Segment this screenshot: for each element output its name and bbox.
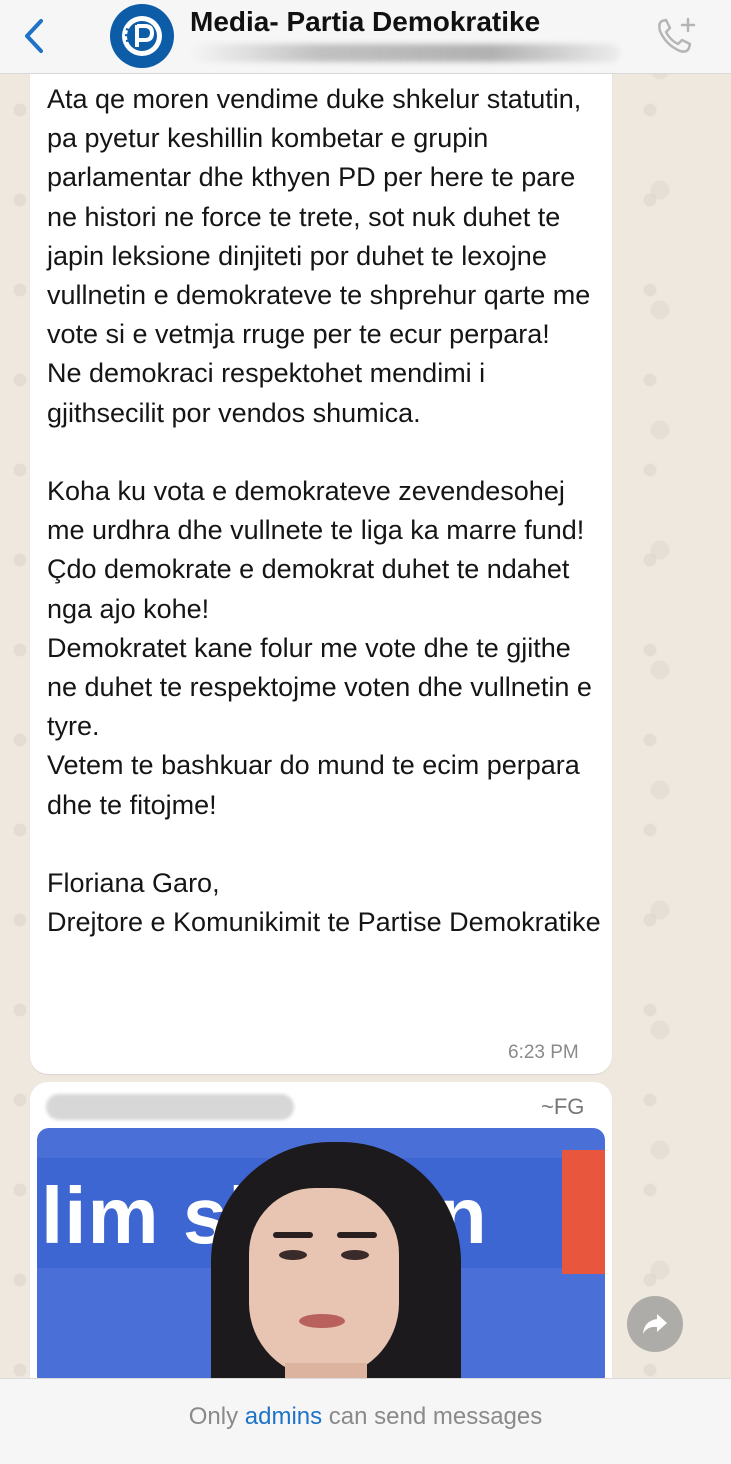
group-avatar[interactable] xyxy=(110,4,174,68)
party-logo-icon xyxy=(122,16,162,56)
right-eye xyxy=(341,1250,369,1260)
redacted-sender-name xyxy=(46,1094,294,1120)
person-lips xyxy=(299,1314,345,1328)
chat-header: Media- Partia Demokratike xyxy=(0,0,731,74)
back-button[interactable] xyxy=(14,14,54,58)
admins-only-notice: Only admins can send messages xyxy=(0,1403,731,1431)
add-call-button[interactable] xyxy=(650,12,702,58)
message-text: Ata qe moren vendime duke shkelur statut… xyxy=(47,84,601,938)
add-call-icon xyxy=(658,17,696,53)
message-time: 6:23 PM xyxy=(508,1042,579,1063)
notice-prefix: Only xyxy=(188,1403,245,1430)
left-eye xyxy=(279,1250,307,1260)
forward-button[interactable] xyxy=(627,1296,683,1352)
person-face xyxy=(249,1188,399,1378)
photo-red-block xyxy=(562,1150,605,1274)
left-brow xyxy=(273,1232,313,1238)
compose-footer: Only admins can send messages xyxy=(0,1378,731,1464)
sender-tag: ~FG xyxy=(541,1094,585,1119)
right-brow xyxy=(337,1232,377,1238)
redacted-participants xyxy=(190,44,620,62)
chevron-left-icon xyxy=(25,19,43,53)
forward-arrow-icon xyxy=(643,1314,667,1334)
admins-link[interactable]: admins xyxy=(245,1403,322,1430)
chat-title[interactable]: Media- Partia Demokratike xyxy=(190,6,540,38)
message-photo[interactable]: lim sh esën xyxy=(37,1128,605,1388)
notice-suffix: can send messages xyxy=(322,1403,543,1430)
